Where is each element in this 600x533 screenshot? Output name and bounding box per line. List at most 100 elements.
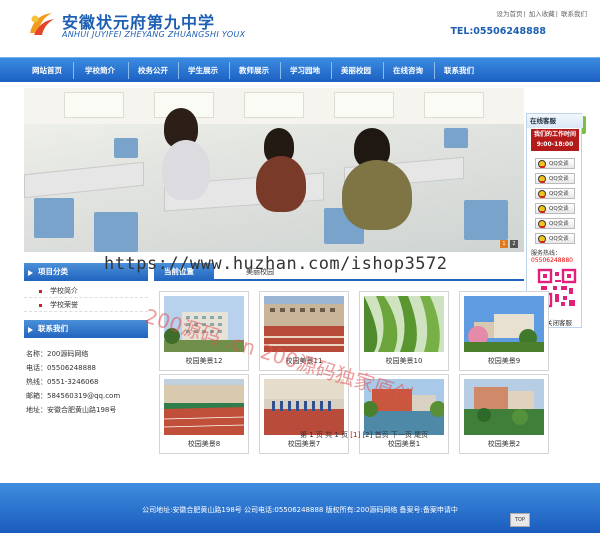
- gallery-thumbnail: [464, 379, 544, 435]
- qq-button-label: QQ交谈: [549, 176, 569, 182]
- qq-penguin-icon: [538, 160, 546, 168]
- school-logo-icon[interactable]: [26, 9, 56, 39]
- nav-consult[interactable]: 在线咨询: [385, 58, 431, 83]
- qq-button-label: QQ交谈: [549, 191, 569, 197]
- pager-page-2[interactable]: [2]: [362, 431, 372, 439]
- gallery-thumbnail: [364, 296, 444, 352]
- banner-slide-2[interactable]: 2: [510, 240, 518, 248]
- service-title: 在线客服: [527, 114, 583, 128]
- contact-address: 地址：安徽合肥黄山路198号: [26, 406, 117, 414]
- main-nav: 网站首页 学校简介 校务公开 学生展示 教师展示 学习园地 美丽校园 在线咨询 …: [0, 57, 600, 82]
- header-phone: TEL:05506248888: [450, 26, 546, 37]
- gallery-thumbnail: [464, 296, 544, 352]
- nav-study[interactable]: 学习园地: [282, 58, 328, 83]
- pagination: 第 1 页 共 1 页 [1] [2] 首页 下一页 尾页: [300, 430, 428, 440]
- nav-contact[interactable]: 联系我们: [436, 58, 482, 83]
- contact-email: 邮箱：584560319@qq.com: [26, 392, 121, 400]
- banner-window: [424, 92, 484, 118]
- gallery-thumbnail: [164, 379, 244, 435]
- gallery-caption: 校园美景7: [287, 440, 321, 448]
- banner-desk: [24, 161, 144, 199]
- banner-student: [162, 140, 210, 200]
- contact-hotline: 热线：0551-3246068: [26, 378, 99, 386]
- left-sidebar: 项目分类 学校简介 学校荣誉 联系我们 名称：200源码网络 电话：055062…: [24, 263, 148, 453]
- url-watermark: https://www.huzhan.com/ishop3572: [104, 254, 448, 274]
- qq-penguin-icon: [538, 235, 546, 243]
- banner-chair: [464, 200, 508, 240]
- nav-divider: [434, 62, 435, 79]
- banner-chair: [444, 128, 468, 148]
- banner-window: [64, 92, 124, 118]
- nav-teachers[interactable]: 教师展示: [231, 58, 277, 83]
- gallery-caption: 校园美景9: [487, 357, 521, 365]
- gallery-thumbnail: [264, 379, 344, 435]
- contact-name: 名称：200源码网络: [26, 350, 89, 358]
- nav-about[interactable]: 学校简介: [75, 58, 125, 83]
- pager-current[interactable]: [1]: [350, 431, 360, 439]
- add-favorite-link[interactable]: 加入收藏: [529, 10, 555, 18]
- contact-title: 联系我们: [24, 320, 148, 338]
- nav-divider: [229, 62, 230, 79]
- gallery-card[interactable]: 校园美景2: [459, 374, 549, 454]
- nav-divider: [178, 62, 179, 79]
- gallery-card[interactable]: 校园美景8: [159, 374, 249, 454]
- qq-chat-button[interactable]: QQ交谈: [535, 203, 575, 214]
- category-item-honors[interactable]: 学校荣誉: [24, 299, 148, 312]
- school-name-english: ANHUI JUYIFEI ZHEYANG ZHUANGSHI YOUX: [62, 30, 246, 39]
- nav-campus[interactable]: 美丽校园: [333, 58, 379, 83]
- banner-chair: [94, 212, 138, 252]
- pager-last[interactable]: 尾页: [414, 431, 428, 439]
- qq-button-label: QQ交谈: [549, 206, 569, 212]
- qq-button-label: QQ交谈: [549, 221, 569, 227]
- gallery-caption: 校园美景2: [487, 440, 521, 448]
- nav-divider: [383, 62, 384, 79]
- qq-chat-button[interactable]: QQ交谈: [535, 173, 575, 184]
- qq-chat-button[interactable]: QQ交谈: [535, 158, 575, 169]
- nav-students[interactable]: 学生展示: [180, 58, 226, 83]
- nav-divider: [128, 62, 129, 79]
- service-hours-value: 9:00-18:00: [536, 141, 574, 148]
- pager-next[interactable]: 下一页: [391, 431, 412, 439]
- banner-chair: [114, 138, 138, 158]
- hotline-label: 服务热线：: [531, 250, 562, 257]
- contact-us-link[interactable]: 联系我们: [561, 10, 587, 18]
- qq-penguin-icon: [538, 175, 546, 183]
- qq-button-label: QQ交谈: [549, 161, 569, 167]
- gallery-card[interactable]: 校园美景9: [459, 291, 549, 371]
- gallery-caption: 校园美景1: [387, 440, 421, 448]
- service-hours: 我们的工作时间 9:00-18:00: [531, 129, 579, 151]
- banner-slideshow[interactable]: 1 2: [24, 88, 524, 252]
- nav-home[interactable]: 网站首页: [24, 58, 70, 83]
- gallery-card[interactable]: 校园美景10: [359, 291, 449, 371]
- hotline-number: 05506248880: [531, 257, 573, 264]
- set-homepage-link[interactable]: 设为首页: [496, 10, 522, 18]
- nav-divider: [280, 62, 281, 79]
- nav-divider: [73, 62, 74, 79]
- pager-first[interactable]: 首页: [375, 431, 389, 439]
- contact-phone: 电话：05506248888: [26, 364, 96, 372]
- banner-chair: [34, 198, 74, 238]
- site-header: 安徽状元府第九中学 ANHUI JUYIFEI ZHEYANG ZHUANGSH…: [0, 0, 600, 56]
- gallery-caption: 校园美景8: [187, 440, 221, 448]
- qq-chat-button[interactable]: QQ交谈: [535, 233, 575, 244]
- back-to-top-button[interactable]: TOP: [510, 513, 530, 527]
- banner-window: [244, 92, 304, 118]
- banner-window: [334, 92, 394, 118]
- category-item-about[interactable]: 学校简介: [24, 285, 148, 298]
- qq-chat-button[interactable]: QQ交谈: [535, 218, 575, 229]
- qq-penguin-icon: [538, 190, 546, 198]
- qq-penguin-icon: [538, 220, 546, 228]
- nav-divider: [331, 62, 332, 79]
- banner-student: [256, 156, 306, 212]
- banner-student: [342, 160, 412, 230]
- close-service-button[interactable]: 关闭客服: [546, 317, 572, 327]
- service-hours-title: 我们的工作时间: [533, 131, 576, 138]
- qq-chat-button[interactable]: QQ交谈: [535, 188, 575, 199]
- pager-summary: 第 1 页 共 1 页: [300, 431, 349, 439]
- qq-penguin-icon: [538, 205, 546, 213]
- nav-affairs[interactable]: 校务公开: [130, 58, 176, 83]
- gallery-caption: 校园美景12: [185, 357, 223, 365]
- banner-slide-1[interactable]: 1: [500, 240, 508, 248]
- top-links: 设为首页| 加入收藏| 联系我们: [496, 10, 587, 18]
- qq-button-label: QQ交谈: [549, 236, 569, 242]
